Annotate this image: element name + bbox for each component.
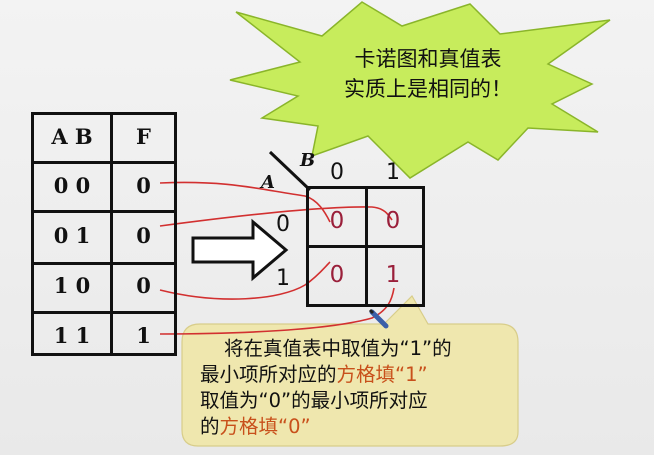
callout-highlight: 方格填“0” [219,415,311,438]
truth-table-cell-f: 0 [136,223,151,248]
truth-table-row-divider [34,161,174,164]
callout-line: 的方格填“0” [200,414,520,440]
callout-line-text: 取值为“0”的最小项所对应 [200,389,428,412]
truth-table-cell-ab: 0 0 [53,173,91,198]
truth-table-cell-f: 0 [136,173,151,198]
truth-table: A B F 0 0 0 0 1 0 1 0 0 1 1 1 [31,112,177,356]
star-note: 卡诺图和真值表 实质上是相同的！ [318,44,538,104]
kmap-column-label: 1 [386,160,400,185]
kmap-grid [306,186,425,307]
truth-table-cell-ab: 1 0 [53,273,91,298]
truth-table-cell-f: 0 [136,273,151,298]
truth-table-row-divider [34,311,174,314]
kmap-cell-a1b0: 0 [329,262,345,288]
transform-arrow [191,218,289,282]
kmap-cell-a1b1: 1 [385,262,401,288]
truth-table-cell-ab: 0 1 [53,223,91,248]
truth-table-header-f: F [136,124,151,149]
truth-table-row-divider [34,210,174,213]
kmap-variable-b: B [300,150,316,171]
callout-text: 将在真值表中取值为“1”的 最小项所对应的方格填“1” 取值为“0”的最小项所对… [200,336,520,440]
callout-line-text: 最小项所对应的 [200,363,337,386]
kmap-grid-horizontal-divider [309,245,422,248]
connector-row-10 [159,261,331,300]
callout-line: 将在真值表中取值为“1”的 [200,336,520,362]
truth-table-cell-f: 1 [136,323,151,348]
truth-table-cell-ab: 1 1 [53,323,91,348]
kmap-variable-a: A [261,172,275,193]
callout-line: 最小项所对应的方格填“1” [200,362,520,388]
kmap-row-label: 0 [276,212,290,237]
truth-table-header-ab: A B [51,124,93,149]
star-note-line: 实质上是相同的！ [344,77,512,101]
callout-line: 取值为“0”的最小项所对应 [200,388,520,414]
kmap-column-label: 0 [330,160,344,185]
kmap-cell-a0b1: 0 [385,208,401,234]
callout-line-text: 的 [200,415,220,438]
kmap-cell-a0b0: 0 [329,208,345,234]
callout-line-text: 将在真值表中取值为“1”的 [224,337,452,360]
star-note-line: 卡诺图和真值表 [354,47,502,71]
truth-table-row-divider [34,262,174,265]
callout-highlight: 方格填“1” [336,363,428,386]
kmap-row-label: 1 [276,266,290,291]
